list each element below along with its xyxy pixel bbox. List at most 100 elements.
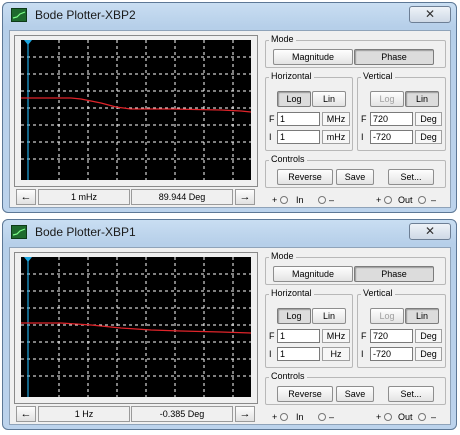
controls-label: Controls — [269, 154, 307, 164]
phase-button[interactable]: Phase — [354, 266, 434, 282]
out-minus-label: – — [431, 412, 437, 422]
bode-plotter-icon — [11, 225, 27, 239]
magnitude-button[interactable]: Magnitude — [273, 49, 353, 65]
cursor-right-button[interactable]: → — [235, 406, 255, 422]
magnitude-button[interactable]: Magnitude — [273, 266, 353, 282]
vertical-initial-input[interactable]: -720 — [370, 347, 413, 361]
vertical-initial-label: I — [361, 349, 364, 359]
controls-group: Controls Reverse Save Set... — [265, 371, 446, 405]
set-button[interactable]: Set... — [388, 386, 434, 402]
out-plus-terminal[interactable] — [384, 413, 392, 421]
in-plus-label: + — [272, 412, 278, 422]
out-plus-terminal[interactable] — [384, 196, 392, 204]
vertical-lin-button[interactable]: Lin — [405, 91, 439, 107]
terminals: + In – + Out – — [266, 194, 452, 206]
out-plus-label: + — [376, 195, 382, 205]
cursor-readout-bar: ← 1 Hz -0.385 Deg → — [14, 406, 258, 422]
horizontal-final-unit[interactable]: MHz — [322, 112, 350, 126]
vertical-final-input[interactable]: 720 — [370, 329, 413, 343]
horizontal-log-button[interactable]: Log — [277, 308, 311, 324]
horizontal-initial-label: I — [269, 349, 272, 359]
out-minus-terminal[interactable] — [418, 196, 426, 204]
horizontal-initial-input[interactable]: 1 — [277, 130, 320, 144]
in-label: In — [296, 195, 304, 205]
close-button[interactable]: ✕ — [409, 223, 451, 240]
terminals: + In – + Out – — [266, 411, 452, 423]
phase-trace — [21, 97, 251, 113]
mode-group: Mode Magnitude Phase — [265, 34, 446, 68]
phase-plot[interactable] — [21, 40, 251, 180]
horizontal-label: Horizontal — [269, 71, 314, 81]
mode-label: Mode — [269, 251, 296, 261]
in-label: In — [296, 412, 304, 422]
vertical-label: Vertical — [361, 288, 395, 298]
horizontal-label: Horizontal — [269, 288, 314, 298]
cursor-frequency-readout: 1 mHz — [38, 189, 130, 205]
bode-plotter-icon — [11, 8, 27, 22]
in-plus-terminal[interactable] — [280, 196, 288, 204]
in-minus-terminal[interactable] — [318, 413, 326, 421]
out-minus-terminal[interactable] — [418, 413, 426, 421]
mode-group: Mode Magnitude Phase — [265, 251, 446, 285]
horizontal-final-label: F — [269, 331, 275, 341]
cursor-frequency-readout: 1 Hz — [38, 406, 130, 422]
vertical-initial-unit[interactable]: Deg — [415, 130, 442, 144]
instrument-panel: ← 1 mHz 89.944 Deg → Mode Magnitude Phas… — [9, 30, 451, 208]
vertical-group: Vertical Log Lin F 720 Deg I -720 Deg — [357, 288, 446, 368]
reverse-button[interactable]: Reverse — [277, 386, 333, 402]
window-title: Bode Plotter-XBP2 — [35, 8, 136, 22]
vertical-final-label: F — [361, 331, 367, 341]
mode-label: Mode — [269, 34, 296, 44]
plot-frame — [14, 35, 258, 187]
vertical-group: Vertical Log Lin F 720 Deg I -720 Deg — [357, 71, 446, 151]
out-minus-label: – — [431, 195, 437, 205]
vertical-log-button[interactable]: Log — [370, 308, 404, 324]
out-label: Out — [398, 195, 413, 205]
horizontal-final-input[interactable]: 1 — [277, 112, 320, 126]
horizontal-initial-unit[interactable]: Hz — [322, 347, 350, 361]
vertical-initial-unit[interactable]: Deg — [415, 347, 442, 361]
bode-plotter-window-xbp2: Bode Plotter-XBP2 ✕ ← 1 mHz 89.944 Deg →… — [2, 2, 457, 213]
cursor-left-button[interactable]: ← — [16, 189, 36, 205]
horizontal-initial-unit[interactable]: mHz — [322, 130, 350, 144]
window-title: Bode Plotter-XBP1 — [35, 225, 136, 239]
horizontal-lin-button[interactable]: Lin — [312, 308, 346, 324]
cursor-handle[interactable] — [24, 40, 32, 45]
horizontal-initial-label: I — [269, 132, 272, 142]
vertical-log-button[interactable]: Log — [370, 91, 404, 107]
horizontal-initial-input[interactable]: 1 — [277, 347, 320, 361]
horizontal-lin-button[interactable]: Lin — [312, 91, 346, 107]
phase-plot[interactable] — [21, 257, 251, 397]
phase-button[interactable]: Phase — [354, 49, 434, 65]
cursor-left-button[interactable]: ← — [16, 406, 36, 422]
horizontal-final-label: F — [269, 114, 275, 124]
horizontal-log-button[interactable]: Log — [277, 91, 311, 107]
controls-group: Controls Reverse Save Set... — [265, 154, 446, 188]
vertical-final-unit[interactable]: Deg — [415, 112, 442, 126]
save-button[interactable]: Save — [336, 169, 374, 185]
in-minus-terminal[interactable] — [318, 196, 326, 204]
in-plus-terminal[interactable] — [280, 413, 288, 421]
cursor-right-button[interactable]: → — [235, 189, 255, 205]
save-button[interactable]: Save — [336, 386, 374, 402]
title-bar[interactable]: Bode Plotter-XBP2 ✕ — [3, 3, 456, 27]
horizontal-final-input[interactable]: 1 — [277, 329, 320, 343]
vertical-final-input[interactable]: 720 — [370, 112, 413, 126]
set-button[interactable]: Set... — [388, 169, 434, 185]
vertical-initial-input[interactable]: -720 — [370, 130, 413, 144]
vertical-lin-button[interactable]: Lin — [405, 308, 439, 324]
out-plus-label: + — [376, 412, 382, 422]
controls-label: Controls — [269, 371, 307, 381]
horizontal-group: Horizontal Log Lin F 1 MHz I 1 Hz — [265, 288, 353, 368]
bode-plotter-window-xbp1: Bode Plotter-XBP1 ✕ ← 1 Hz -0.385 Deg → … — [2, 219, 457, 430]
cursor-handle[interactable] — [24, 257, 32, 262]
close-button[interactable]: ✕ — [409, 6, 451, 23]
in-plus-label: + — [272, 195, 278, 205]
reverse-button[interactable]: Reverse — [277, 169, 333, 185]
horizontal-final-unit[interactable]: MHz — [322, 329, 350, 343]
cursor-readout-bar: ← 1 mHz 89.944 Deg → — [14, 189, 258, 205]
vertical-final-unit[interactable]: Deg — [415, 329, 442, 343]
vertical-final-label: F — [361, 114, 367, 124]
title-bar[interactable]: Bode Plotter-XBP1 ✕ — [3, 220, 456, 244]
vertical-label: Vertical — [361, 71, 395, 81]
